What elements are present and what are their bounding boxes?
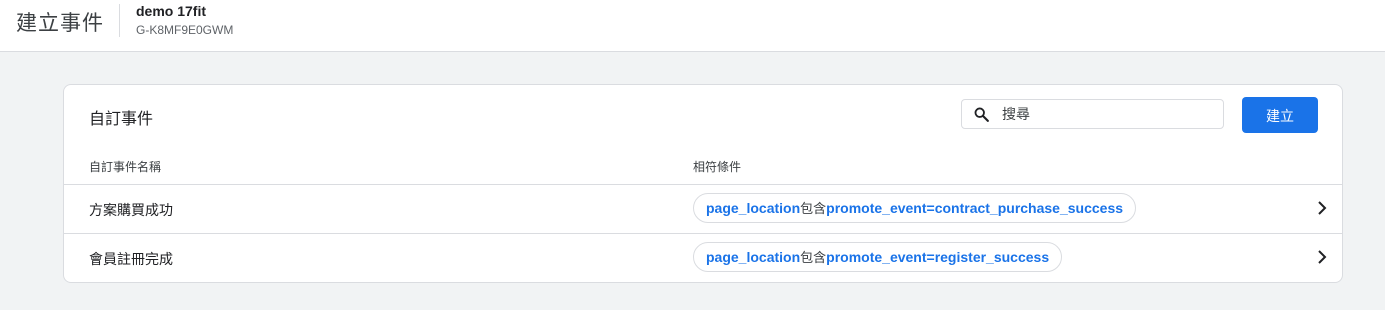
table-row[interactable]: 方案購買成功 page_location包含promote_event=cont… [64, 184, 1342, 233]
condition-chip: page_location包含promote_event=register_su… [693, 242, 1063, 272]
card-title: 自訂事件 [89, 111, 154, 128]
search-input[interactable] [1002, 104, 1212, 124]
column-header-event-name: 自訂事件名稱 [89, 160, 162, 174]
condition-operator: 包含 [800, 201, 827, 216]
create-button[interactable]: 建立 [1242, 97, 1318, 133]
app-header: 建立事件 demo 17fit G-K8MF9E0GWM [0, 0, 1385, 52]
event-name: 方案購買成功 [89, 202, 173, 218]
property-name: demo 17fit [136, 3, 207, 19]
condition-parameter: page_location [706, 249, 801, 265]
page-title: 建立事件 [16, 12, 104, 35]
condition-value: promote_event=contract_purchase_success [826, 200, 1124, 216]
condition-value: promote_event=register_success [826, 249, 1050, 265]
condition-chip: page_location包含promote_event=contract_pu… [693, 193, 1137, 223]
event-name: 會員註冊完成 [89, 251, 173, 267]
chevron-right-icon[interactable] [1314, 200, 1330, 216]
condition-operator: 包含 [800, 250, 827, 265]
condition-parameter: page_location [706, 200, 801, 216]
property-id: G-K8MF9E0GWM [136, 23, 234, 37]
chevron-right-icon[interactable] [1314, 249, 1330, 265]
custom-events-card: 自訂事件 建立 自訂事件名稱 相符條件 方案購買成功 page_location… [63, 84, 1343, 283]
table-row[interactable]: 會員註冊完成 page_location包含promote_event=regi… [64, 233, 1342, 282]
search-icon [974, 107, 989, 122]
column-header-matching-conditions: 相符條件 [693, 160, 742, 174]
search-box[interactable] [961, 99, 1224, 129]
header-divider [119, 4, 120, 37]
